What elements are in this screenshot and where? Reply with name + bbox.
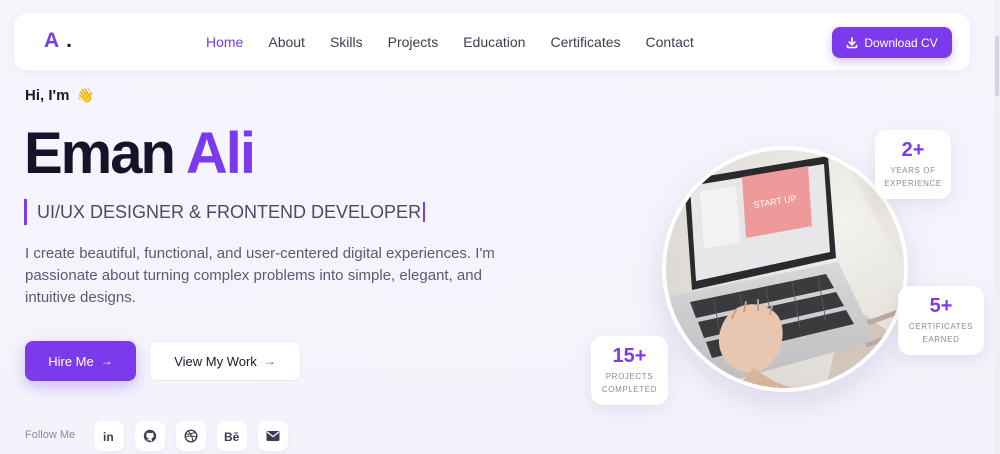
stat-label: PROJECTS COMPLETED	[602, 370, 657, 396]
logo-letter: A	[44, 29, 61, 52]
nav-links: Home About Skills Projects Education Cer…	[206, 34, 694, 50]
nav-link-education[interactable]: Education	[463, 34, 525, 50]
scrollbar-thumb[interactable]	[995, 36, 999, 96]
stat-label-line: EARNED	[922, 335, 960, 344]
follow-me-label: Follow Me	[25, 429, 76, 441]
logo-dot: .	[66, 29, 74, 52]
stat-card-years: 2+ YEARS OF EXPERIENCE	[875, 130, 951, 199]
stat-label-line: COMPLETED	[601, 385, 658, 394]
stat-label-line: YEARS OF	[890, 166, 936, 175]
nav-link-home[interactable]: Home	[206, 34, 243, 50]
stat-label-line: CERTIFICATES	[908, 322, 974, 331]
download-cv-button[interactable]: Download CV	[832, 27, 952, 58]
nav-link-certificates[interactable]: Certificates	[550, 34, 620, 50]
linkedin-icon[interactable]: in	[94, 421, 124, 451]
stat-label: CERTIFICATES EARNED	[909, 320, 973, 346]
view-my-work-label: View My Work	[174, 353, 257, 369]
greeting-text: Hi, I'm	[25, 87, 70, 104]
hire-me-button[interactable]: Hire Me →	[25, 341, 136, 381]
dribbble-icon[interactable]	[176, 421, 206, 451]
last-name: Ali	[185, 121, 256, 186]
stat-label-line: EXPERIENCE	[884, 179, 942, 188]
stat-label-line: PROJECTS	[605, 372, 654, 381]
logo[interactable]: A.	[44, 29, 73, 53]
profile-photo-frame: START UP	[662, 146, 908, 392]
download-cv-label: Download CV	[864, 35, 938, 50]
navbar: A. Home About Skills Projects Education …	[14, 14, 970, 70]
nav-link-skills[interactable]: Skills	[330, 34, 363, 50]
download-icon	[847, 36, 858, 48]
svg-text:Bē: Bē	[224, 430, 240, 443]
profile-photo: START UP	[666, 150, 904, 388]
social-links: in Bē	[94, 421, 299, 451]
role-title: UI/UX DESIGNER & FRONTEND DEVELOPER	[24, 199, 426, 225]
hero-name: Eman Ali	[24, 121, 256, 186]
arrow-right-icon: →	[263, 354, 276, 368]
greeting: Hi, I'm 👋	[25, 87, 94, 104]
hire-me-label: Hire Me	[48, 353, 94, 369]
nav-link-contact[interactable]: Contact	[646, 34, 694, 50]
page-scrollbar[interactable]	[994, 0, 1000, 454]
stat-value: 5+	[929, 295, 953, 317]
mail-icon[interactable]	[258, 421, 288, 451]
nav-link-projects[interactable]: Projects	[388, 34, 439, 50]
svg-text:in: in	[103, 430, 114, 443]
typing-cursor	[423, 202, 426, 222]
stat-value: 2+	[901, 139, 925, 161]
hero-description: I create beautiful, functional, and user…	[25, 245, 495, 306]
stat-value: 15+	[612, 345, 647, 367]
laptop-photo-illustration: START UP	[666, 150, 904, 388]
arrow-right-icon: →	[100, 354, 113, 368]
wave-icon: 👋	[76, 87, 95, 103]
view-my-work-button[interactable]: View My Work →	[149, 341, 301, 381]
role-text: UI/UX DESIGNER & FRONTEND DEVELOPER	[37, 201, 422, 222]
github-icon[interactable]	[135, 421, 165, 451]
stat-label: YEARS OF EXPERIENCE	[884, 164, 942, 190]
behance-icon[interactable]: Bē	[217, 421, 247, 451]
stat-card-certificates: 5+ CERTIFICATES EARNED	[898, 286, 984, 355]
nav-link-about[interactable]: About	[268, 34, 305, 50]
stat-card-projects: 15+ PROJECTS COMPLETED	[591, 336, 668, 405]
first-name: Eman	[24, 121, 176, 186]
